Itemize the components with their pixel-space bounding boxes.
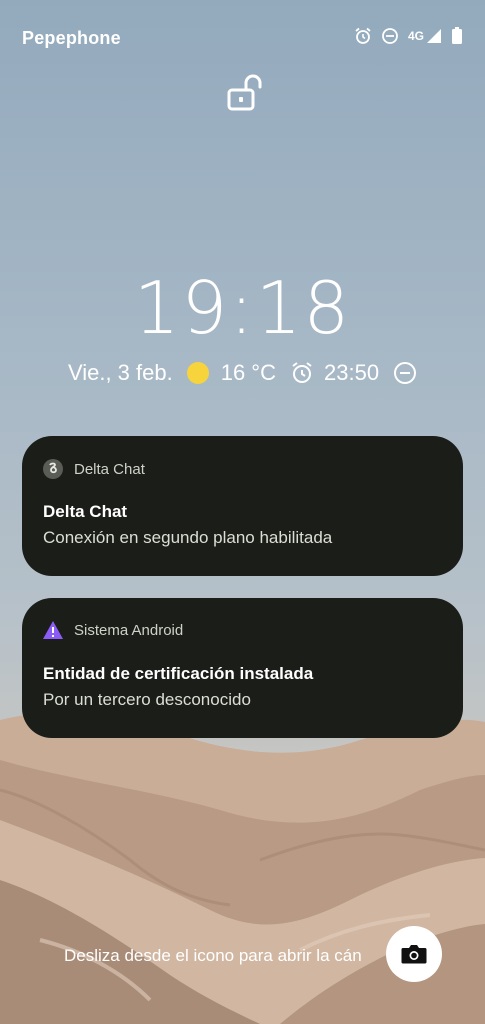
do-not-disturb-icon: [394, 362, 417, 384]
notification-title: Delta Chat: [43, 502, 128, 521]
status-bar: Pepephone 4G: [0, 0, 485, 78]
notification-card[interactable]: Delta Chat Delta Chat Conexión en segund…: [22, 436, 463, 576]
notification-app-name: Sistema Android: [74, 621, 184, 639]
network-type: 4G: [407, 29, 424, 43]
notification-card[interactable]: Sistema Android Entidad de certificación…: [22, 598, 463, 738]
notification-body: Por un tercero desconocido: [43, 690, 251, 709]
temperature-text: 16 °C: [220, 360, 276, 385]
camera-icon: [401, 945, 427, 964]
status-icons: 4G: [354, 27, 463, 45]
do-not-disturb-icon: [382, 28, 398, 44]
date-text: Vie., 3 feb.: [67, 360, 173, 385]
notification-header: Sistema Android: [42, 620, 183, 640]
notification-body: Conexión en segundo plano habilitada: [43, 528, 333, 547]
unlocked-padlock-icon[interactable]: [226, 74, 262, 112]
alarm-time-text: 23:50: [324, 360, 380, 385]
signal-icon: [427, 29, 441, 43]
notification-app-name: Delta Chat: [74, 460, 145, 478]
camera-shortcut-button[interactable]: [386, 926, 442, 982]
date-weather-row: Vie., 3 feb. 16 °C 23:50: [0, 360, 485, 386]
battery-icon: [452, 27, 462, 44]
lockscreen-clock: 19:18: [133, 266, 352, 350]
signal-indicator: 4G: [408, 28, 442, 44]
warning-icon: [43, 621, 63, 639]
alarm-icon: [292, 362, 312, 383]
alarm-icon: [355, 27, 371, 44]
delta-chat-icon: [43, 459, 63, 479]
sun-icon: [186, 362, 209, 384]
notification-header: Delta Chat: [42, 458, 145, 480]
notification-title: Entidad de certificación instalada: [43, 664, 314, 683]
camera-swipe-hint: Desliza desde el icono para abrir la cán: [64, 946, 362, 965]
carrier-name: Pepephone: [22, 28, 121, 48]
